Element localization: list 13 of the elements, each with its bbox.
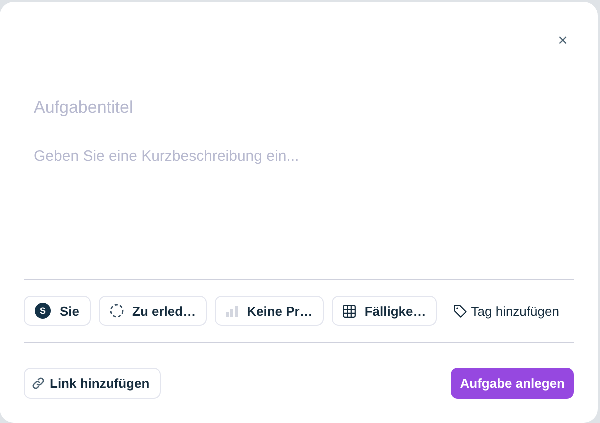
assignee-chip[interactable]: S Sie — [24, 296, 91, 326]
create-task-button[interactable]: Aufgabe anlegen — [451, 368, 574, 398]
calendar-grid-icon — [342, 304, 356, 318]
status-chip[interactable]: Zu erled… — [98, 296, 208, 326]
dashed-circle-icon — [110, 304, 124, 318]
link-icon — [32, 376, 45, 390]
priority-chip[interactable]: Keine Pr… — [215, 296, 324, 326]
tag-icon — [454, 304, 468, 318]
close-button[interactable]: × — [552, 28, 574, 54]
add-link-button[interactable]: Link hinzufügen — [24, 368, 161, 398]
due-chip[interactable]: Fälligke… — [332, 296, 438, 326]
bars-icon — [226, 306, 238, 316]
avatar: S — [35, 303, 51, 319]
